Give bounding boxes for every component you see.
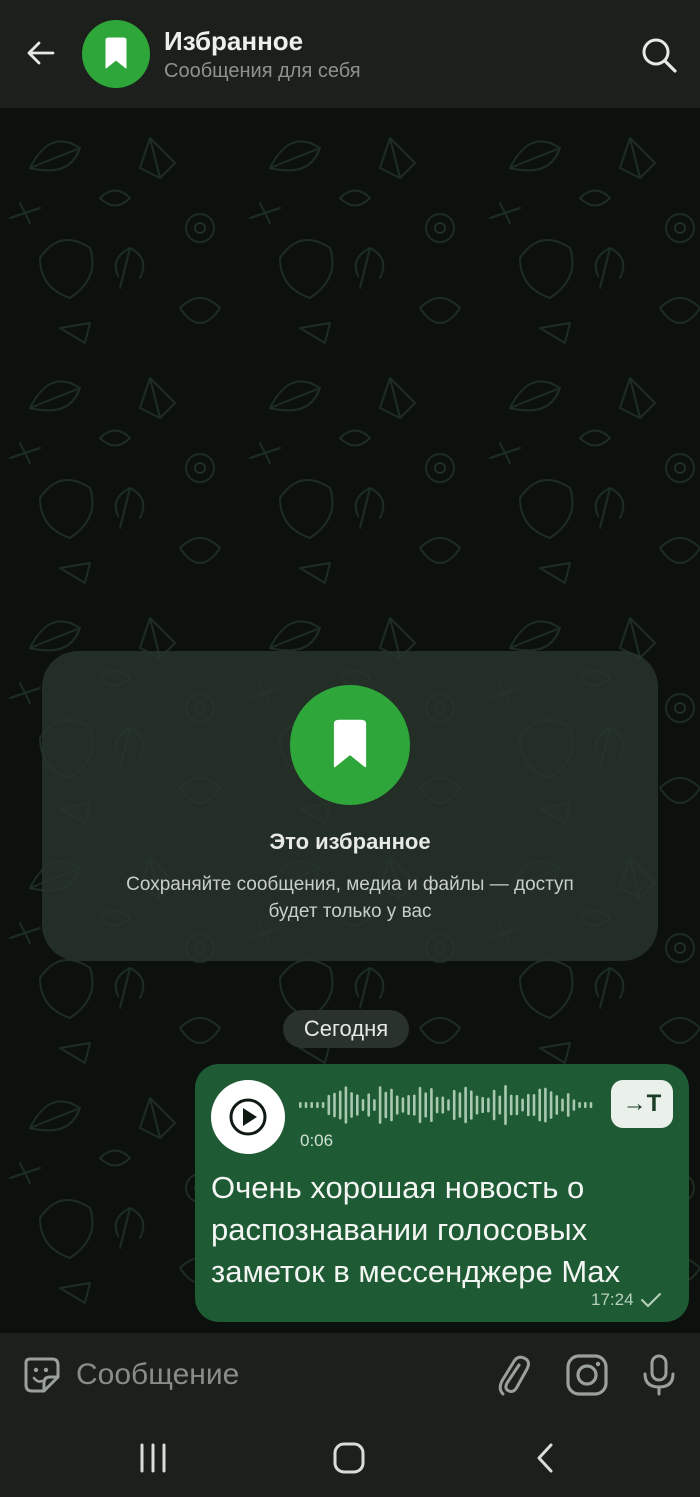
waveform-bar (481, 1096, 484, 1114)
chat-area[interactable]: Это избранное Сохраняйте сообщения, меди… (0, 108, 700, 1333)
bookmark-icon (333, 719, 367, 768)
waveform-bar (561, 1098, 564, 1112)
waveform-bar (566, 1093, 570, 1117)
chat-title[interactable]: Избранное (164, 26, 303, 57)
waveform-bar (504, 1084, 507, 1126)
system-nav-bar (0, 1417, 700, 1497)
waveform-bar (350, 1092, 353, 1118)
waveform-bar (378, 1086, 382, 1124)
waveform-bar (424, 1092, 427, 1118)
back-icon (537, 1443, 553, 1473)
check-icon (640, 1293, 661, 1307)
waveform-bar (589, 1102, 593, 1108)
waveform-bar (356, 1094, 359, 1116)
waveform-bar (549, 1091, 553, 1119)
waveform-bar (390, 1088, 393, 1122)
waveform-bar (333, 1092, 336, 1118)
message-input-bar (0, 1333, 700, 1417)
waveform-bar (487, 1097, 490, 1113)
nav-recents-button[interactable] (128, 1435, 178, 1481)
waveform-bar (544, 1087, 547, 1123)
voice-duration: 0:06 (300, 1131, 334, 1150)
sticker-button[interactable] (18, 1351, 66, 1399)
waveform-bar (521, 1098, 524, 1112)
nav-back-button[interactable] (520, 1435, 570, 1481)
waveform-bar (509, 1094, 513, 1116)
waveform-bar (527, 1093, 530, 1117)
waveform-bar (299, 1102, 302, 1108)
waveform-bar (361, 1098, 365, 1112)
waveform-bar (338, 1090, 342, 1120)
waveform-bar (572, 1099, 576, 1111)
microphone-icon (643, 1354, 675, 1396)
arrow-left-icon (27, 41, 55, 65)
intro-title: Это избранное (269, 829, 431, 854)
waveform-bar (430, 1088, 433, 1122)
waveform-bar (321, 1102, 325, 1108)
waveform-bar (373, 1099, 376, 1111)
instagram-icon (566, 1354, 608, 1396)
waveform-bar (435, 1096, 439, 1114)
waveform-bar (492, 1089, 496, 1121)
bookmark-icon (105, 37, 127, 69)
paperclip-icon (498, 1355, 530, 1396)
waveform-bar (584, 1102, 587, 1108)
search-icon (642, 38, 677, 73)
waveform-bar (555, 1095, 559, 1115)
waveform-bar (452, 1089, 456, 1121)
waveform-bar (395, 1095, 399, 1115)
play-icon (229, 1098, 267, 1136)
chat-header: Избранное Сообщения для себя (0, 0, 700, 108)
play-button[interactable] (211, 1080, 285, 1154)
waveform-bar (413, 1094, 416, 1116)
message-input[interactable] (76, 1351, 476, 1399)
waveform-bar (401, 1097, 405, 1113)
waveform-bar (532, 1094, 536, 1116)
waveform-bar (441, 1096, 445, 1114)
nav-home-button[interactable] (324, 1435, 374, 1481)
voice-message-bubble[interactable]: 0:06 →T Очень хорошая новость о распозна… (195, 1064, 689, 1322)
waveform-bar (458, 1092, 462, 1118)
waveform-bar (447, 1099, 450, 1111)
microphone-button[interactable] (634, 1349, 684, 1401)
voice-transcript: Очень хорошая новость о распознавании го… (211, 1170, 620, 1289)
waveform-bar (344, 1086, 348, 1124)
chat-subtitle: Сообщения для себя (164, 60, 361, 82)
back-button[interactable] (18, 30, 64, 76)
waveform-bar (304, 1102, 308, 1108)
waveform-bar (327, 1094, 331, 1116)
recents-icon (140, 1443, 166, 1473)
sticker-icon (24, 1357, 60, 1393)
waveform-bar (367, 1093, 370, 1117)
waveform-bar (316, 1102, 319, 1108)
date-separator: Сегодня (283, 1010, 409, 1048)
waveform-bar (310, 1102, 313, 1108)
voice-waveform[interactable] (299, 1082, 599, 1128)
waveform-bar (384, 1091, 388, 1119)
attach-button[interactable] (488, 1349, 538, 1401)
camera-button[interactable] (562, 1349, 612, 1401)
waveform-bar (470, 1090, 473, 1120)
waveform-bar (418, 1086, 422, 1124)
waveform-bar (498, 1095, 502, 1115)
intro-text: Сохраняйте сообщения, медиа и файлы — до… (126, 874, 574, 922)
message-meta: 17:24 (591, 1290, 662, 1310)
search-button[interactable] (636, 32, 682, 78)
message-time: 17:24 (591, 1290, 634, 1309)
waveform-bar (464, 1086, 467, 1124)
chat-avatar[interactable] (82, 20, 150, 88)
favorites-avatar (290, 685, 410, 805)
waveform-bar (407, 1095, 410, 1115)
transcribe-button[interactable]: →T (611, 1080, 673, 1128)
waveform-bar (578, 1102, 581, 1108)
home-icon (333, 1442, 365, 1474)
waveform-bar (475, 1095, 479, 1115)
favorites-intro-card: Это избранное Сохраняйте сообщения, меди… (42, 651, 658, 961)
waveform-bar (538, 1088, 541, 1122)
waveform-bar (515, 1094, 519, 1116)
